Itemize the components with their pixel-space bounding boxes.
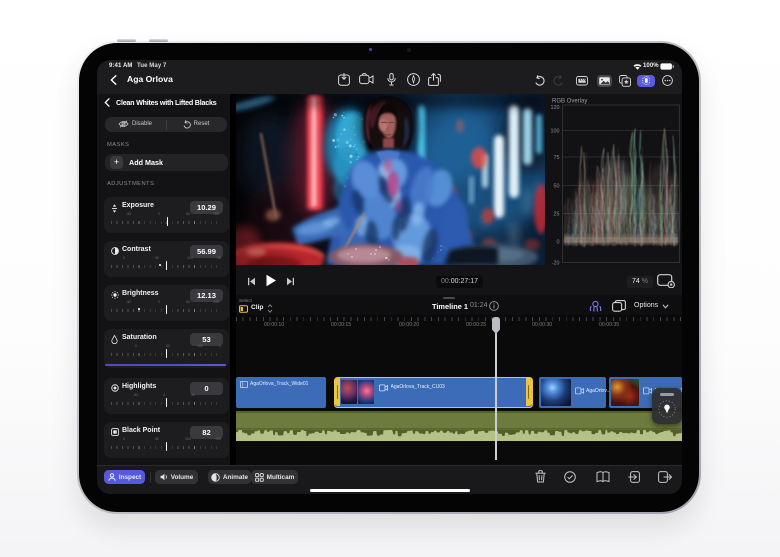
svg-text:25: 25 bbox=[554, 212, 560, 218]
svg-text:0: 0 bbox=[557, 240, 560, 246]
svg-text:120: 120 bbox=[551, 105, 560, 111]
svg-text:RGB Overlay: RGB Overlay bbox=[552, 99, 587, 105]
svg-text:100: 100 bbox=[551, 129, 560, 135]
svg-text:75: 75 bbox=[554, 155, 560, 161]
svg-text:50: 50 bbox=[554, 184, 560, 190]
